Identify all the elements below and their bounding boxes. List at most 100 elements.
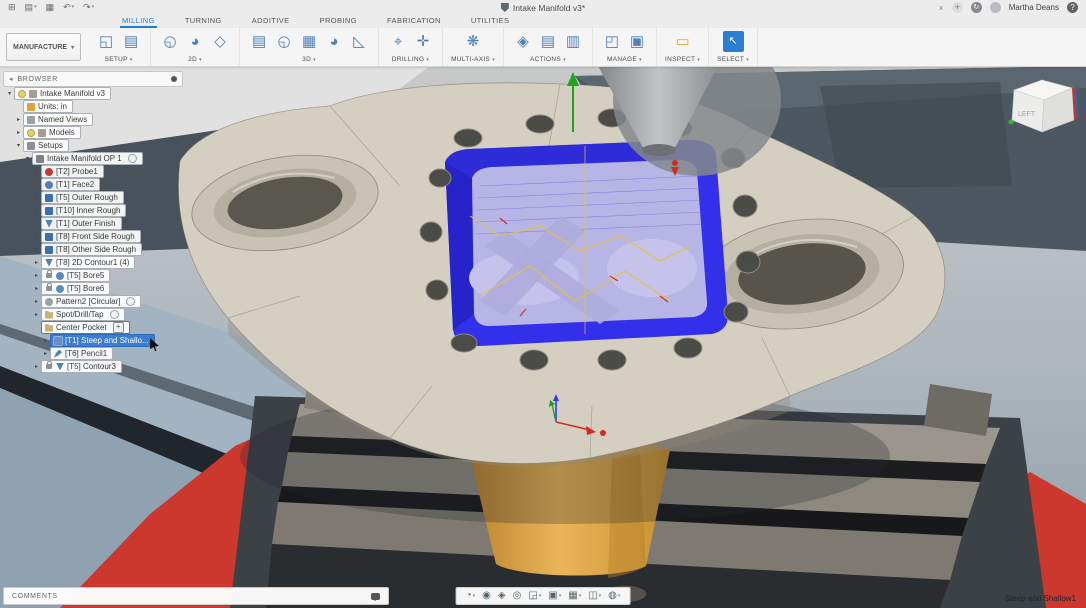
comment-bubble-icon[interactable]: [371, 593, 380, 600]
user-name[interactable]: Martha Deans: [1009, 3, 1059, 12]
job-status-icon[interactable]: ↻: [971, 2, 982, 13]
operation-visibility-toggle-icon[interactable]: [126, 297, 135, 306]
browser-row[interactable]: ▾Setups: [3, 139, 193, 152]
browser-row[interactable]: Units: in: [3, 100, 193, 113]
tree-collapse-arrow-icon[interactable]: ▸: [32, 220, 41, 227]
pan-button[interactable]: ◈: [498, 591, 506, 601]
close-tab-button[interactable]: ×: [938, 3, 943, 13]
effects-button[interactable]: ◍▾: [608, 591, 620, 601]
tree-collapse-arrow-icon[interactable]: ▸: [14, 116, 23, 123]
tab-probing[interactable]: PROBING: [318, 14, 359, 28]
browser-row[interactable]: ▸[T1] Face2: [3, 178, 193, 191]
task-manager-icon[interactable]: ▣: [626, 29, 648, 53]
tree-collapse-arrow-icon[interactable]: ▸: [32, 272, 41, 279]
tree-collapse-arrow-icon[interactable]: ▸: [32, 194, 41, 201]
tree-collapse-arrow-icon[interactable]: ▸: [32, 363, 41, 370]
3d-parallel-icon[interactable]: ◕: [323, 29, 345, 53]
simulate-icon[interactable]: ◈: [512, 29, 534, 53]
browser-collapse-icon[interactable]: ◂: [9, 75, 13, 83]
tab-turning[interactable]: TURNING: [183, 14, 224, 28]
thread-mill-icon[interactable]: ✛: [412, 29, 434, 53]
browser-display-icon[interactable]: [171, 76, 177, 82]
comments-bar[interactable]: COMMENTS: [3, 587, 389, 605]
operation-visibility-toggle-icon[interactable]: [110, 310, 119, 319]
browser-row[interactable]: ▸Named Views: [3, 113, 193, 126]
2d-contour-icon[interactable]: ◇: [209, 29, 231, 53]
display-settings-button[interactable]: ▣▾: [548, 591, 561, 601]
tree-collapse-arrow-icon[interactable]: ▸: [32, 233, 41, 240]
zoom-button[interactable]: ◎: [513, 591, 522, 601]
save-icon[interactable]: ▦: [46, 3, 55, 12]
look-at-button[interactable]: ◉: [482, 591, 491, 601]
tree-collapse-arrow-icon[interactable]: ▸: [41, 350, 50, 357]
orbit-button[interactable]: ◔▾: [466, 591, 476, 601]
toolbar-group-label[interactable]: MANAGE ▾: [601, 54, 648, 66]
select-icon[interactable]: ↖: [723, 31, 744, 52]
data-panel-icon[interactable]: ⊞: [8, 3, 16, 12]
browser-row[interactable]: ▸[T5] Contour3: [3, 360, 193, 373]
toolbar-group-label[interactable]: 3D ▾: [248, 54, 370, 66]
tree-collapse-arrow-icon[interactable]: ▸: [32, 311, 41, 318]
browser-row[interactable]: ▾Intake Manifold OP 1: [3, 152, 193, 165]
3d-ramp-icon[interactable]: ◺: [348, 29, 370, 53]
grid-snaps-button[interactable]: ▦▾: [568, 591, 581, 601]
tree-expand-arrow-icon[interactable]: ▾: [23, 155, 32, 162]
visibility-icon[interactable]: [27, 129, 35, 137]
browser-row[interactable]: ▸[T5] Outer Rough: [3, 191, 193, 204]
browser-row[interactable]: ▸Spot/Drill/Tap: [3, 308, 193, 321]
tree-collapse-arrow-icon[interactable]: ▸: [32, 259, 41, 266]
tree-expand-arrow-icon[interactable]: ▾: [14, 142, 23, 149]
3d-pocket-icon[interactable]: ◵: [273, 29, 295, 53]
toolbar-group-label[interactable]: 2D ▾: [159, 54, 231, 66]
tree-collapse-arrow-icon[interactable]: ▸: [41, 337, 50, 344]
browser-row[interactable]: ▸Pattern2 [Circular]: [3, 295, 193, 308]
new-tab-button[interactable]: +: [952, 2, 963, 13]
tree-collapse-arrow-icon[interactable]: ▸: [32, 298, 41, 305]
browser-row[interactable]: ▸[T1] Outer Finish: [3, 217, 193, 230]
3d-viewport[interactable]: LEFT ◂ BROWSER ▾Intake Manifold v3Units:…: [0, 66, 1086, 608]
browser-row[interactable]: ▸Models: [3, 126, 193, 139]
tree-collapse-arrow-icon[interactable]: ▸: [32, 285, 41, 292]
new-setup-icon[interactable]: ◱: [95, 29, 117, 53]
browser-row[interactable]: ▸[T10] Inner Rough: [3, 204, 193, 217]
tab-fabrication[interactable]: FABRICATION: [385, 14, 443, 28]
tree-collapse-arrow-icon[interactable]: ▸: [32, 246, 41, 253]
operation-visibility-toggle-icon[interactable]: [128, 154, 137, 163]
tree-collapse-arrow-icon[interactable]: ▸: [32, 168, 41, 175]
toolbar-group-label[interactable]: INSPECT ▾: [665, 54, 700, 66]
browser-row[interactable]: ▸[T5] Bore6: [3, 282, 193, 295]
add-operation-button[interactable]: +: [113, 322, 124, 333]
workspace-switcher-button[interactable]: MANUFACTURE ▾: [6, 33, 81, 61]
multi-axis-icon[interactable]: ❋: [462, 29, 484, 53]
browser-row[interactable]: ▸[T1] Steep and Shallo...: [3, 334, 193, 347]
browser-row[interactable]: ▸[T2] Probe1: [3, 165, 193, 178]
browser-row[interactable]: ▸[T8] Other Side Rough: [3, 243, 193, 256]
browser-row[interactable]: Center Pocket+: [3, 321, 193, 334]
browser-row[interactable]: ▸[T6] Pencil1: [3, 347, 193, 360]
browser-row[interactable]: ▸[T5] Bore5: [3, 269, 193, 282]
measure-icon[interactable]: ▭: [672, 29, 694, 53]
post-process-icon[interactable]: ▤: [537, 29, 559, 53]
browser-row[interactable]: ▸[T8] 2D Contour1 (4): [3, 256, 193, 269]
setup-sheet-action-icon[interactable]: ▥: [562, 29, 584, 53]
toolbar-group-label[interactable]: ACTIONS ▾: [512, 54, 584, 66]
redo-icon[interactable]: ↷▾: [83, 3, 94, 12]
browser-row[interactable]: ▾Intake Manifold v3: [3, 87, 193, 100]
3d-steep-and-shallow-icon[interactable]: ▦: [298, 29, 320, 53]
3d-adaptive-icon[interactable]: ▤: [248, 29, 270, 53]
tab-milling[interactable]: MILLING: [120, 14, 157, 28]
tab-utilities[interactable]: UTILITIES: [469, 14, 512, 28]
setup-sheet-icon[interactable]: ▤: [120, 29, 142, 53]
tab-additive[interactable]: ADDITIVE: [250, 14, 292, 28]
viewports-button[interactable]: ◫▾: [588, 591, 601, 601]
file-menu-icon[interactable]: ▤▾: [25, 3, 37, 12]
tree-collapse-arrow-icon[interactable]: ▸: [32, 181, 41, 188]
toolbar-group-label[interactable]: DRILLING ▾: [387, 54, 434, 66]
undo-icon[interactable]: ↶▾: [63, 3, 74, 12]
help-button[interactable]: ?: [1067, 2, 1078, 13]
toolbar-group-label[interactable]: SETUP ▾: [95, 54, 142, 66]
2d-pocket-icon[interactable]: ◕: [184, 29, 206, 53]
notifications-icon[interactable]: [990, 2, 1001, 13]
browser-header[interactable]: ◂ BROWSER: [3, 71, 183, 87]
tree-collapse-arrow-icon[interactable]: ▸: [14, 129, 23, 136]
